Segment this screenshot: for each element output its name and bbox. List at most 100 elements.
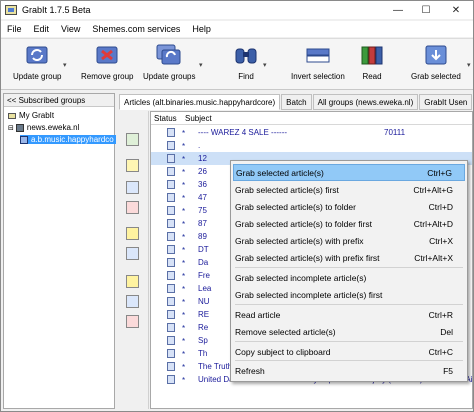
minimize-icon[interactable]: — — [387, 1, 409, 19]
add-icon[interactable] — [126, 133, 139, 146]
check-blue-icon[interactable] — [126, 247, 139, 260]
article-subject: Fre — [198, 271, 210, 280]
cross-yellow-icon[interactable] — [126, 275, 139, 288]
article-icon — [167, 284, 175, 293]
update-group-button[interactable]: Update group ▾ — [13, 43, 67, 81]
context-menu-item[interactable]: Grab selected article(s) to folder first… — [233, 215, 465, 232]
menu-shemes-services[interactable]: Shemes.com services — [86, 24, 186, 34]
article-icon — [167, 154, 175, 163]
context-menu-item[interactable]: Copy subject to clipboard Ctrl+C — [233, 343, 465, 360]
tab-bar: Articles (alt.binaries.music.happyhardco… — [119, 94, 473, 110]
context-menu-item[interactable]: Grab selected incomplete article(s) firs… — [233, 286, 465, 303]
tree-item-my-grabit[interactable]: My GrabIt — [8, 111, 54, 120]
table-row[interactable]: *. — [151, 139, 472, 152]
article-icon — [167, 336, 175, 345]
cross-red-icon[interactable] — [126, 315, 139, 328]
context-menu-item[interactable]: Refresh F5 — [233, 362, 465, 379]
menu-help[interactable]: Help — [186, 24, 217, 34]
context-menu-item[interactable]: Remove selected article(s) Del — [233, 323, 465, 340]
context-menu-item[interactable]: Grab selected article(s) with prefix Ctrl… — [233, 232, 465, 249]
article-icon — [167, 141, 175, 150]
grab-icon — [425, 45, 447, 65]
menu-bar: File Edit View Shemes.com services Help — [1, 21, 473, 37]
update-group-label: Update group — [13, 72, 62, 81]
context-menu-item[interactable]: Grab selected article(s) first Ctrl+Alt+G — [233, 181, 465, 198]
menu-item-label: Grab selected incomplete article(s) — [235, 272, 367, 283]
grab-selected-button[interactable]: Grab selected ▾ — [411, 43, 471, 81]
article-subject: 26 — [198, 167, 207, 176]
tree-item-label: a.b.music.happyhardco — [31, 135, 114, 144]
status-marker: * — [182, 363, 186, 372]
menu-item-label: Grab selected article(s) to folder — [235, 201, 356, 212]
menu-item-label: Grab selected article(s) — [236, 167, 324, 178]
update-groups-button[interactable]: Update groups ▾ — [143, 43, 203, 81]
tab-batch[interactable]: Batch — [281, 94, 312, 110]
tab-grabit-usenet[interactable]: GrabIt Usen — [419, 94, 473, 110]
status-marker: * — [182, 272, 186, 281]
pages-icon[interactable] — [126, 201, 139, 214]
article-subject: NU — [198, 297, 210, 306]
refresh-icon — [26, 46, 48, 64]
column-header: Status Subject — [151, 112, 472, 125]
article-icon — [167, 323, 175, 332]
article-icon — [167, 297, 175, 306]
cross-blue-icon[interactable] — [126, 295, 139, 308]
menu-item-shortcut: F5 — [443, 365, 453, 376]
menu-item-label: Grab selected incomplete article(s) firs… — [235, 289, 383, 300]
tree-item-label: My GrabIt — [19, 111, 55, 120]
menu-item-label: Read article — [235, 309, 281, 320]
subscribed-groups-header[interactable]: << Subscribed groups — [4, 94, 114, 107]
menu-edit[interactable]: Edit — [28, 24, 56, 34]
tab-articles[interactable]: Articles (alt.binaries.music.happyhardco… — [119, 94, 281, 110]
menu-separator — [235, 267, 463, 268]
status-marker: * — [182, 220, 186, 229]
table-row[interactable]: * ---- WAREZ 4 SALE ------ 70111 — [151, 126, 472, 139]
menu-item-shortcut: Ctrl+C — [428, 346, 453, 357]
invert-selection-button[interactable]: Invert selection — [291, 43, 345, 81]
page-icon[interactable] — [126, 181, 139, 194]
tree-item-group[interactable]: a.b.music.happyhardco — [20, 135, 116, 144]
menu-item-label: Grab selected article(s) with prefix fir… — [235, 252, 380, 263]
context-menu-item[interactable]: Grab selected article(s) with prefix fir… — [233, 249, 465, 266]
context-menu-item[interactable]: Grab selected article(s) Ctrl+G — [233, 164, 465, 181]
read-button[interactable]: Read — [359, 43, 385, 81]
dropdown-arrow-icon[interactable]: ▾ — [263, 61, 267, 69]
article-icon — [167, 219, 175, 228]
status-marker: * — [182, 233, 186, 242]
remove-group-label: Remove group — [81, 72, 134, 81]
dropdown-arrow-icon[interactable]: ▾ — [467, 61, 471, 69]
close-icon[interactable]: ✕ — [445, 1, 467, 19]
status-marker: * — [182, 168, 186, 177]
menu-view[interactable]: View — [55, 24, 86, 34]
dropdown-arrow-icon[interactable]: ▾ — [63, 61, 67, 69]
menu-item-shortcut: Ctrl+Alt+G — [413, 184, 453, 195]
menu-file[interactable]: File — [1, 24, 28, 34]
collapse-icon[interactable]: ⊟ — [8, 124, 14, 132]
context-menu-item[interactable]: Grab selected article(s) to folder Ctrl+D — [233, 198, 465, 215]
status-marker: * — [182, 142, 186, 151]
app-icon — [5, 5, 17, 15]
article-number: 70111 — [384, 128, 406, 137]
grab-selected-label: Grab selected — [411, 72, 461, 81]
context-menu-item[interactable]: Read article Ctrl+R — [233, 306, 465, 323]
maximize-icon[interactable]: ☐ — [415, 1, 437, 19]
article-action-sidebar — [119, 111, 149, 409]
menu-item-shortcut: Del — [440, 326, 453, 337]
status-marker: * — [182, 376, 186, 385]
dropdown-arrow-icon[interactable]: ▾ — [199, 61, 203, 69]
note-icon[interactable] — [126, 159, 139, 172]
menu-item-shortcut: Ctrl+D — [428, 201, 453, 212]
status-marker: * — [182, 246, 186, 255]
context-menu-item[interactable]: Grab selected incomplete article(s) — [233, 269, 465, 286]
check-yellow-icon[interactable] — [126, 227, 139, 240]
app-window: GrabIt 1.7.5 Beta — ☐ ✕ File Edit View S… — [0, 0, 474, 412]
article-subject: 47 — [198, 193, 207, 202]
tree-item-server[interactable]: ⊟ news.eweka.nl — [8, 123, 79, 132]
remove-group-button[interactable]: Remove group — [81, 43, 133, 81]
tab-all-groups[interactable]: All groups (news.eweka.nl) — [312, 94, 419, 110]
article-icon — [167, 375, 175, 384]
article-icon — [167, 180, 175, 189]
subject-column-header[interactable]: Subject — [185, 114, 212, 123]
status-column-header[interactable]: Status — [154, 114, 177, 123]
find-button[interactable]: Find ▾ — [233, 43, 267, 81]
